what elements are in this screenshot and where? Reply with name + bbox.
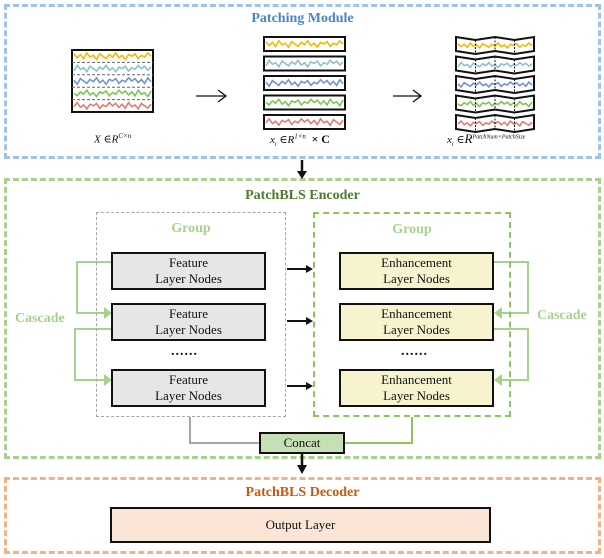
arrow-right-icon xyxy=(306,382,313,390)
feature-to-enhancement-arrows xyxy=(287,268,308,387)
node-label-line2: Layer Nodes xyxy=(155,271,222,286)
channel-strips xyxy=(263,36,346,130)
enhancement-layer-node: Enhancement Layer Nodes xyxy=(339,369,494,407)
node-label-line1: Enhancement xyxy=(381,255,452,270)
node-label-line1: Enhancement xyxy=(381,306,452,321)
concat-node: Concat xyxy=(259,432,345,454)
arrow-right-icon xyxy=(196,89,228,103)
node-label-line1: Feature xyxy=(169,372,208,387)
patching-illustration xyxy=(71,35,535,474)
channel-formula: xi ∈R1×n × C xyxy=(270,132,330,149)
left-group-to-concat-line xyxy=(189,417,259,444)
right-group-to-concat-line xyxy=(345,417,413,444)
cascade-left-label: Cascade xyxy=(15,311,65,326)
arrow-down-icon xyxy=(297,454,307,474)
arrow-right-icon xyxy=(306,317,313,325)
input-formula: X ∈RC×n xyxy=(94,132,132,146)
patch-formula: xi ∈RPatchNum×PatchSize xyxy=(447,131,526,149)
node-label-line2: Layer Nodes xyxy=(155,388,222,403)
feature-group-label: Group xyxy=(171,221,211,236)
feature-layer-node: Feature Layer Nodes xyxy=(111,369,266,407)
node-label-line1: Feature xyxy=(169,306,208,321)
arrow-right-icon xyxy=(393,89,423,103)
cascade-right-label: Cascade xyxy=(537,308,587,323)
node-label-line2: Layer Nodes xyxy=(383,271,450,286)
node-label-line2: Layer Nodes xyxy=(383,388,450,403)
enhancement-layer-node: Enhancement Layer Nodes xyxy=(339,252,494,290)
arrow-down-icon xyxy=(297,160,307,179)
enhancement-group-label: Group xyxy=(392,222,432,237)
feature-ellipsis: ...... xyxy=(171,344,198,359)
node-label-line2: Layer Nodes xyxy=(383,322,450,337)
patch-strips xyxy=(455,35,535,134)
arrow-right-icon xyxy=(306,265,313,273)
node-label-line2: Layer Nodes xyxy=(155,322,222,337)
feature-layer-node: Feature Layer Nodes xyxy=(111,303,266,341)
enhancement-layer-node: Enhancement Layer Nodes xyxy=(339,303,494,341)
node-label-line1: Enhancement xyxy=(381,372,452,387)
input-matrix xyxy=(71,49,154,113)
enhancement-ellipsis: ...... xyxy=(401,344,428,359)
node-label-line1: Feature xyxy=(169,255,208,270)
output-layer-node: Output Layer xyxy=(110,507,491,543)
feature-layer-node: Feature Layer Nodes xyxy=(111,252,266,290)
